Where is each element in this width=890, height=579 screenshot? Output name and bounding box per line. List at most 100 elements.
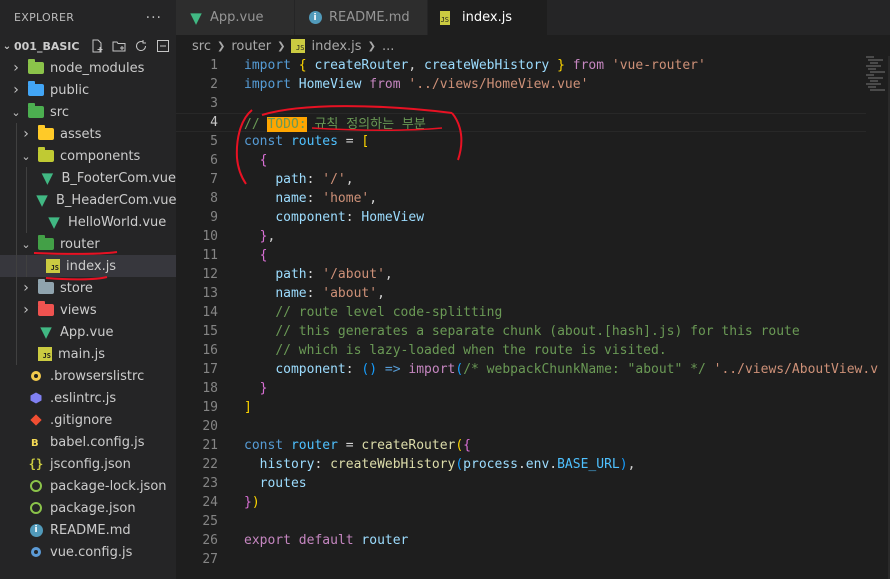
indent-guide xyxy=(16,255,17,277)
code-line: 19] xyxy=(176,398,866,417)
tree-item-gitignore[interactable]: .gitignore xyxy=(0,409,176,431)
tree-item-index-js[interactable]: JS index.js xyxy=(0,255,176,277)
tree-item-main-js[interactable]: JS main.js xyxy=(0,343,176,365)
code-token: = xyxy=(337,134,362,149)
code-token: ( xyxy=(455,457,464,472)
indent-guide xyxy=(26,211,27,233)
minimap-line xyxy=(866,56,874,58)
code-token: . xyxy=(549,457,558,472)
new-folder-icon[interactable] xyxy=(111,38,127,54)
code-line: 15 // this generates a separate chunk (a… xyxy=(176,322,866,341)
tree-item-package-json[interactable]: package.json xyxy=(0,497,176,519)
line-number: 5 xyxy=(210,134,218,149)
minimap-line xyxy=(870,80,878,82)
code-token: : xyxy=(306,172,323,187)
line-number: 22 xyxy=(202,457,218,472)
js-icon: JS xyxy=(46,259,60,273)
line-number: 23 xyxy=(202,476,218,491)
code-text: component: HomeView xyxy=(244,210,424,225)
vue-icon: ▼ xyxy=(190,8,202,27)
tree-item-assets[interactable]: › assets xyxy=(0,123,176,145)
tab-readme-md[interactable]: i README.md xyxy=(295,0,428,35)
breadcrumb-symbols[interactable]: ... xyxy=(382,39,394,54)
code-token: , xyxy=(408,58,425,73)
collapse-all-icon[interactable] xyxy=(155,38,171,54)
code-text: import HomeView from '../views/HomeView.… xyxy=(244,77,588,92)
tree-item-label: main.js xyxy=(58,346,105,362)
project-root[interactable]: ⌄ 001_BASIC xyxy=(0,35,176,57)
chevron-right-icon: › xyxy=(23,126,29,142)
tree-item-browserslistrc[interactable]: .browserslistrc xyxy=(0,365,176,387)
code-line: 1 import { createRouter, createWebHistory… xyxy=(176,56,866,75)
tree-item-components[interactable]: ⌄ components xyxy=(0,145,176,167)
chevron-right-icon: ❯ xyxy=(367,40,376,52)
breadcrumb-src[interactable]: src xyxy=(192,39,211,54)
folder-icon xyxy=(28,59,44,76)
code-text: const router = createRouter({ xyxy=(244,438,471,453)
code-line: 3 xyxy=(176,94,866,113)
tree-item-b-headercom-vue[interactable]: ▼ B_HeaderCom.vue xyxy=(0,189,177,211)
minimap-line xyxy=(870,71,885,73)
breadcrumb-router[interactable]: router xyxy=(231,39,271,54)
line-number: 18 xyxy=(202,381,218,396)
tree-item-label: vue.config.js xyxy=(50,544,133,560)
tab-index-js[interactable]: JS index.js xyxy=(428,0,548,35)
tree-item-helloworld-vue[interactable]: ▼ HelloWorld.vue xyxy=(0,211,176,233)
tab-app-vue[interactable]: ▼ App.vue xyxy=(176,0,295,35)
breadcrumb-file[interactable]: index.js xyxy=(311,39,361,54)
tree-item-label: views xyxy=(60,302,97,318)
code-line: 17 component: () => import(/* webpackChu… xyxy=(176,360,878,379)
more-actions-icon[interactable]: ··· xyxy=(146,10,162,26)
tree-item-label: .gitignore xyxy=(50,412,113,428)
tree-item-b-footercom-vue[interactable]: ▼ B_FooterCom.vue xyxy=(0,167,176,189)
tree-item-app-vue[interactable]: ▼ App.vue xyxy=(0,321,176,343)
code-text: { xyxy=(244,153,268,168)
code-line: 24}) xyxy=(176,493,866,512)
line-number: 9 xyxy=(210,210,218,225)
code-token: () xyxy=(361,362,378,377)
code-token: , xyxy=(377,286,385,301)
code-token: : xyxy=(306,191,323,206)
tree-item-eslintrc-js[interactable]: .eslintrc.js xyxy=(0,387,176,409)
tree-item-jsconfig-json[interactable]: {} jsconfig.json xyxy=(0,453,176,475)
tree-item-readme-md[interactable]: i README.md xyxy=(0,519,176,541)
tree-item-store[interactable]: › store xyxy=(0,277,176,299)
chevron-right-icon: ❯ xyxy=(277,40,286,52)
tree-item-node-modules[interactable]: › node_modules xyxy=(0,57,176,79)
tab-label: App.vue xyxy=(210,10,264,25)
refresh-icon[interactable] xyxy=(133,38,149,54)
code-text: path: '/', xyxy=(244,172,353,187)
code-line: 16 // which is lazy-loaded when the rout… xyxy=(176,341,866,360)
minimap-line xyxy=(866,65,881,67)
tree-item-router[interactable]: ⌄ router xyxy=(0,233,176,255)
tree-item-views[interactable]: › views xyxy=(0,299,176,321)
folder-icon xyxy=(38,125,54,142)
code-token: 'home' xyxy=(322,191,370,206)
tree-item-src[interactable]: ⌄ src xyxy=(0,101,176,123)
tree-item-public[interactable]: › public xyxy=(0,79,176,101)
indent-guide xyxy=(26,189,27,211)
tree-item-package-lock-json[interactable]: package-lock.json xyxy=(0,475,176,497)
code-editor[interactable]: 1 import { createRouter, createWebHistory… xyxy=(176,56,878,579)
tree-item-vue-config-js[interactable]: vue.config.js xyxy=(0,541,176,563)
line-number: 20 xyxy=(202,419,218,434)
explorer-sidebar: EXPLORER ··· ⌄ 001_BASIC › node_modules › p… xyxy=(0,0,177,579)
indent-guide xyxy=(16,211,17,233)
tree-item-babel-config-js[interactable]: Bbabel.config.js xyxy=(0,431,176,453)
code-token: const xyxy=(244,438,284,453)
new-file-icon[interactable] xyxy=(89,38,105,54)
code-line: 20 xyxy=(176,417,866,436)
code-line: 21 const router = createRouter({ xyxy=(176,436,866,455)
code-lines: 1 import { createRouter, createWebHistory… xyxy=(176,56,878,569)
code-line: 5 const routes = [ xyxy=(176,132,866,151)
code-token: createRouter xyxy=(361,438,456,453)
code-token: , xyxy=(384,267,393,282)
minimap[interactable] xyxy=(866,56,890,579)
line-number: 27 xyxy=(202,552,218,567)
code-text: // this generates a separate chunk (abou… xyxy=(244,324,799,339)
tree-item-label: HelloWorld.vue xyxy=(68,214,167,230)
